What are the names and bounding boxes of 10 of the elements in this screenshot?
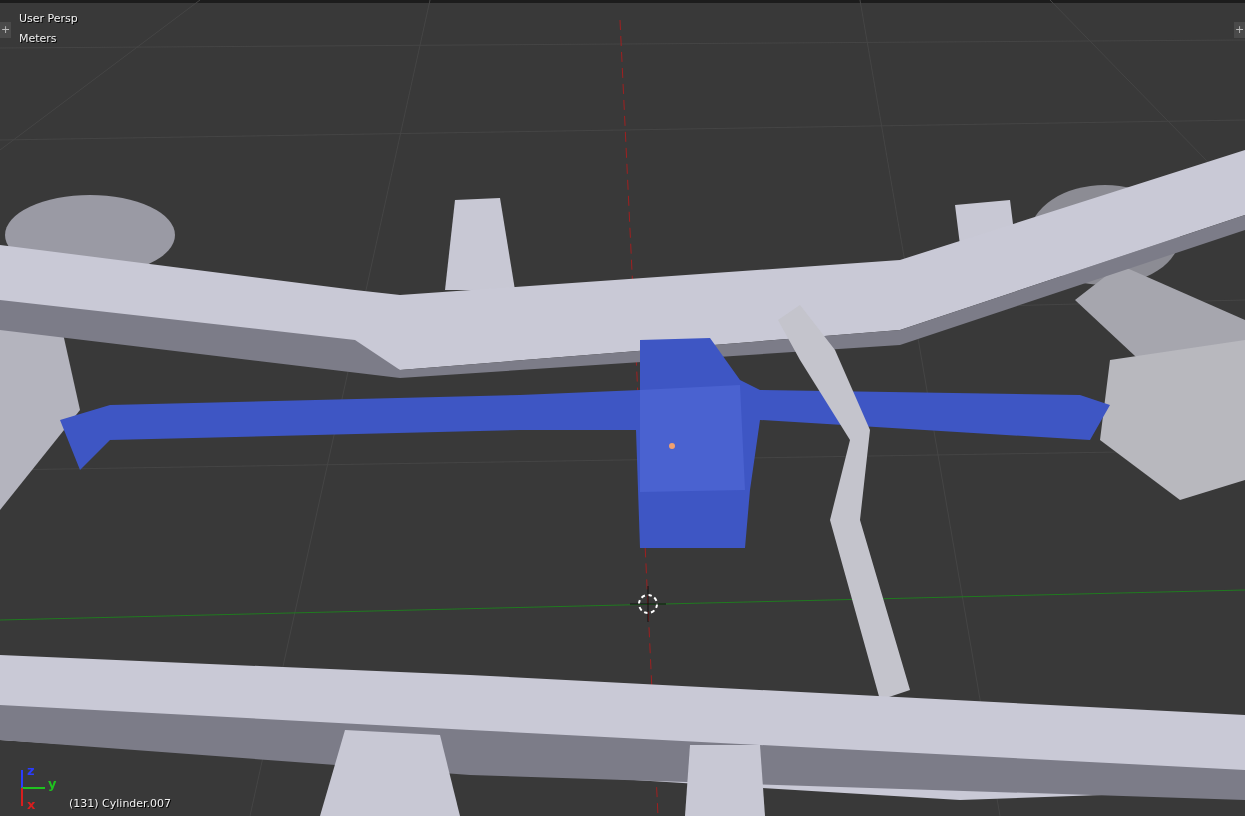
- units-label: Meters: [19, 32, 57, 45]
- object-info-label: (131) Cylinder.007: [69, 797, 172, 810]
- toolbar-toggle-button[interactable]: +: [0, 22, 11, 38]
- axis-label: z: [27, 764, 35, 778]
- sidebar-toggle-button[interactable]: +: [1234, 22, 1245, 38]
- axis-label: x: [27, 797, 36, 812]
- 3d-cursor-icon: [629, 585, 667, 623]
- view-name-label: User Persp: [19, 12, 78, 25]
- axis-label: y: [48, 776, 57, 791]
- axis-gizmo-icon: [21, 769, 46, 807]
